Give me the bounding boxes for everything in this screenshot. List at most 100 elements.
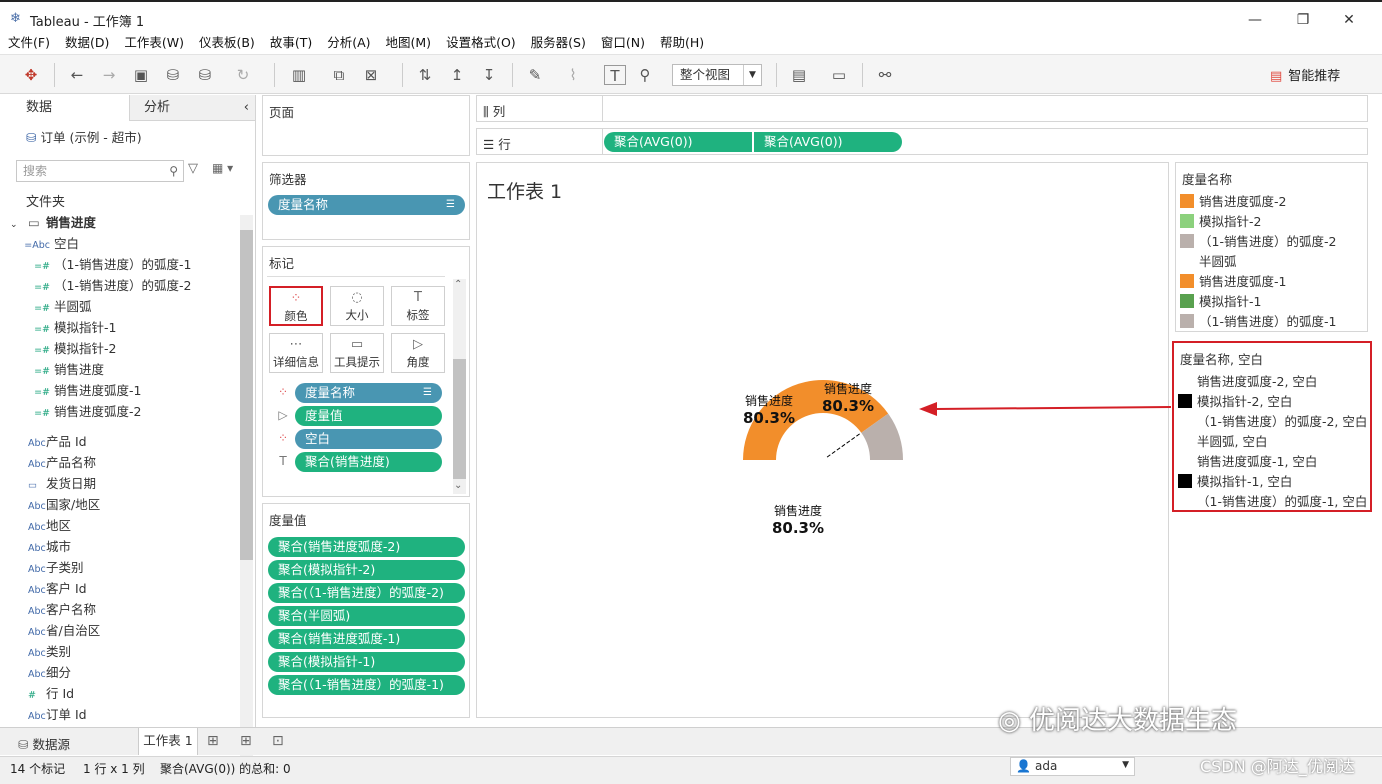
menu-dashboard[interactable]: 仪表板(B) xyxy=(191,34,262,52)
marks-scrollbar-thumb[interactable] xyxy=(453,359,466,479)
legend-item[interactable]: （1-销售进度）的弧度-1, 空白 xyxy=(1178,492,1367,512)
sort-descending-icon[interactable]: ↧ xyxy=(478,65,500,85)
tab-data[interactable]: 数据 xyxy=(0,95,129,121)
collapse-pane-icon[interactable]: ‹ xyxy=(244,95,249,121)
new-worksheet-icon[interactable]: ▥ xyxy=(288,65,310,85)
field-item[interactable]: Abc产品名称 xyxy=(10,452,96,473)
close-button[interactable]: ✕ xyxy=(1326,8,1372,32)
menu-help[interactable]: 帮助(H) xyxy=(652,34,711,52)
legend-item[interactable]: 模拟指针-2, 空白 xyxy=(1178,392,1292,412)
share-icon[interactable]: ⚯ xyxy=(874,65,896,85)
scroll-up-icon[interactable]: ⌃ xyxy=(454,279,462,290)
field-item[interactable]: Abc省/自治区 xyxy=(10,620,100,641)
field-item[interactable]: Abc产品 Id xyxy=(10,431,87,452)
duplicate-sheet-icon[interactable]: ⧉ xyxy=(328,65,350,85)
save-icon[interactable]: ▣ xyxy=(130,65,152,85)
menu-worksheet[interactable]: 工作表(W) xyxy=(116,34,191,52)
fix-axes-icon[interactable]: ⚲ xyxy=(634,65,656,85)
worksheet-view[interactable]: 工作表 1 销售进度 80.3% 销售进度 80.3% 销售进度 80.3% xyxy=(476,162,1169,718)
field-item[interactable]: Abc客户名称 xyxy=(10,599,96,620)
user-select[interactable]: 👤 ada ▼ xyxy=(1010,757,1135,776)
legend-item[interactable]: 半圆弧 xyxy=(1180,252,1237,272)
tab-sheet1[interactable]: 工作表 1 xyxy=(138,728,198,755)
maximize-button[interactable]: ❐ xyxy=(1280,8,1326,32)
field-item[interactable]: =# 模拟指针-1 xyxy=(24,317,116,338)
legend-item[interactable]: 模拟指针-1, 空白 xyxy=(1178,472,1292,492)
search-input[interactable]: 搜索 ⚲ xyxy=(16,160,184,182)
filter-pill[interactable]: 度量名称 ☰ xyxy=(268,195,465,215)
highlight-icon[interactable]: ✎ xyxy=(524,65,546,85)
field-item[interactable]: =# （1-销售进度）的弧度-2 xyxy=(24,275,191,296)
gauge-needle[interactable] xyxy=(826,433,860,458)
legend-item[interactable]: （1-销售进度）的弧度-2, 空白 xyxy=(1178,412,1367,432)
new-story-icon[interactable]: ⊡ xyxy=(272,733,284,749)
legend-item[interactable]: （1-销售进度）的弧度-2 xyxy=(1180,232,1336,252)
mark-pill[interactable]: 度量值 xyxy=(295,406,442,426)
field-item[interactable]: =# 模拟指针-2 xyxy=(24,338,116,359)
tableau-start-icon[interactable]: ✥ xyxy=(20,65,42,85)
clear-sheet-icon[interactable]: ⊠ xyxy=(360,65,382,85)
mark-button[interactable]: ◌ 大小 xyxy=(330,286,384,326)
menu-story[interactable]: 故事(T) xyxy=(262,34,319,52)
measure-value-pill[interactable]: 聚合(（1-销售进度）的弧度-1) xyxy=(268,675,465,695)
mark-button[interactable]: ▭ 工具提示 xyxy=(330,333,384,373)
menu-format[interactable]: 设置格式(O) xyxy=(438,34,523,52)
legend-item[interactable]: 销售进度弧度-2 xyxy=(1180,192,1286,212)
show-me-button[interactable]: ▤ 智能推荐 xyxy=(1270,65,1340,84)
mark-pill[interactable]: 度量名称 ☰ xyxy=(295,383,442,403)
field-item[interactable]: Abc类别 xyxy=(10,641,71,662)
presentation-mode-icon[interactable]: ▭ xyxy=(828,65,850,85)
scrollbar-thumb[interactable] xyxy=(240,230,253,560)
measure-value-pill[interactable]: 聚合(销售进度弧度-2) xyxy=(268,537,465,557)
scroll-down-icon[interactable]: ⌄ xyxy=(454,480,462,491)
row-pill[interactable]: 聚合(AVG(0)) xyxy=(604,132,752,152)
field-item[interactable]: Abc客户 Id xyxy=(10,578,87,599)
show-cards-icon[interactable]: ▤ xyxy=(788,65,810,85)
columns-shelf[interactable]: ⫼ 列 xyxy=(476,95,1368,122)
legend-item[interactable]: 模拟指针-2 xyxy=(1180,212,1261,232)
folder-row[interactable]: ⌄ ▭ 销售进度 xyxy=(10,212,96,233)
datasource-item[interactable]: ⛁ 订单 (示例 - 超市) xyxy=(26,127,142,146)
measure-value-pill[interactable]: 聚合(模拟指针-2) xyxy=(268,560,465,580)
field-item[interactable]: =# 销售进度弧度-2 xyxy=(24,401,141,422)
mark-button[interactable]: ▷ 角度 xyxy=(391,333,445,373)
swap-rows-columns-icon[interactable]: ⇅ xyxy=(414,65,436,85)
field-item[interactable]: =# 销售进度 xyxy=(24,359,104,380)
tab-analysis[interactable]: 分析 ‹ xyxy=(129,95,255,121)
new-worksheet-icon[interactable]: ⊞ xyxy=(207,733,219,749)
field-item[interactable]: =# （1-销售进度）的弧度-1 xyxy=(24,254,191,275)
filter-icon[interactable]: ▽ xyxy=(188,161,198,176)
fit-select[interactable]: 整个视图 ▼ xyxy=(672,64,762,86)
new-dashboard-icon[interactable]: ⊞ xyxy=(240,733,252,749)
field-item[interactable]: Abc地区 xyxy=(10,515,71,536)
measure-value-pill[interactable]: 聚合(（1-销售进度）的弧度-2) xyxy=(268,583,465,603)
group-icon[interactable]: ⌇ xyxy=(562,65,584,85)
field-item[interactable]: Abc子类别 xyxy=(10,557,84,578)
legend-item[interactable]: 模拟指针-1 xyxy=(1180,292,1261,312)
color-legend[interactable]: 度量名称 销售进度弧度-2 模拟指针-2 （1-销售进度）的弧度-2 半圆弧 销售进度弧… xyxy=(1175,162,1368,332)
pause-updates-icon[interactable]: ⛁ xyxy=(194,65,216,85)
redo-icon[interactable]: → xyxy=(98,65,120,85)
menu-analysis[interactable]: 分析(A) xyxy=(319,34,377,52)
field-item[interactable]: =# 销售进度弧度-1 xyxy=(24,380,141,401)
field-item[interactable]: =Abc 空白 xyxy=(24,233,79,254)
color-legend-2[interactable]: 度量名称, 空白 销售进度弧度-2, 空白 模拟指针-2, 空白 （1-销售进度）的… xyxy=(1172,341,1372,512)
field-item[interactable]: Abc城市 xyxy=(10,536,71,557)
pages-card[interactable]: 页面 xyxy=(262,95,470,156)
show-labels-icon[interactable]: T xyxy=(604,65,626,85)
mark-pill[interactable]: 空白 xyxy=(295,429,442,449)
mark-button[interactable]: T 标签 xyxy=(391,286,445,326)
field-item[interactable]: Abc国家/地区 xyxy=(10,494,100,515)
undo-icon[interactable]: ← xyxy=(66,65,88,85)
refresh-icon[interactable]: ↻ xyxy=(232,65,254,85)
menu-map[interactable]: 地图(M) xyxy=(378,34,439,52)
legend-item[interactable]: 销售进度弧度-2, 空白 xyxy=(1178,372,1317,392)
filters-card[interactable]: 筛选器 度量名称 ☰ xyxy=(262,162,470,240)
mark-button[interactable]: ⁘ 颜色 xyxy=(269,286,323,326)
field-item[interactable]: Abc细分 xyxy=(10,662,71,683)
menu-window[interactable]: 窗口(N) xyxy=(593,34,652,52)
new-datasource-icon[interactable]: ⛁ xyxy=(162,65,184,85)
rows-shelf[interactable]: ☰ 行 聚合(AVG(0)) 聚合(AVG(0)) xyxy=(476,128,1368,155)
row-pill[interactable]: 聚合(AVG(0)) xyxy=(754,132,902,152)
measure-value-pill[interactable]: 聚合(模拟指针-1) xyxy=(268,652,465,672)
